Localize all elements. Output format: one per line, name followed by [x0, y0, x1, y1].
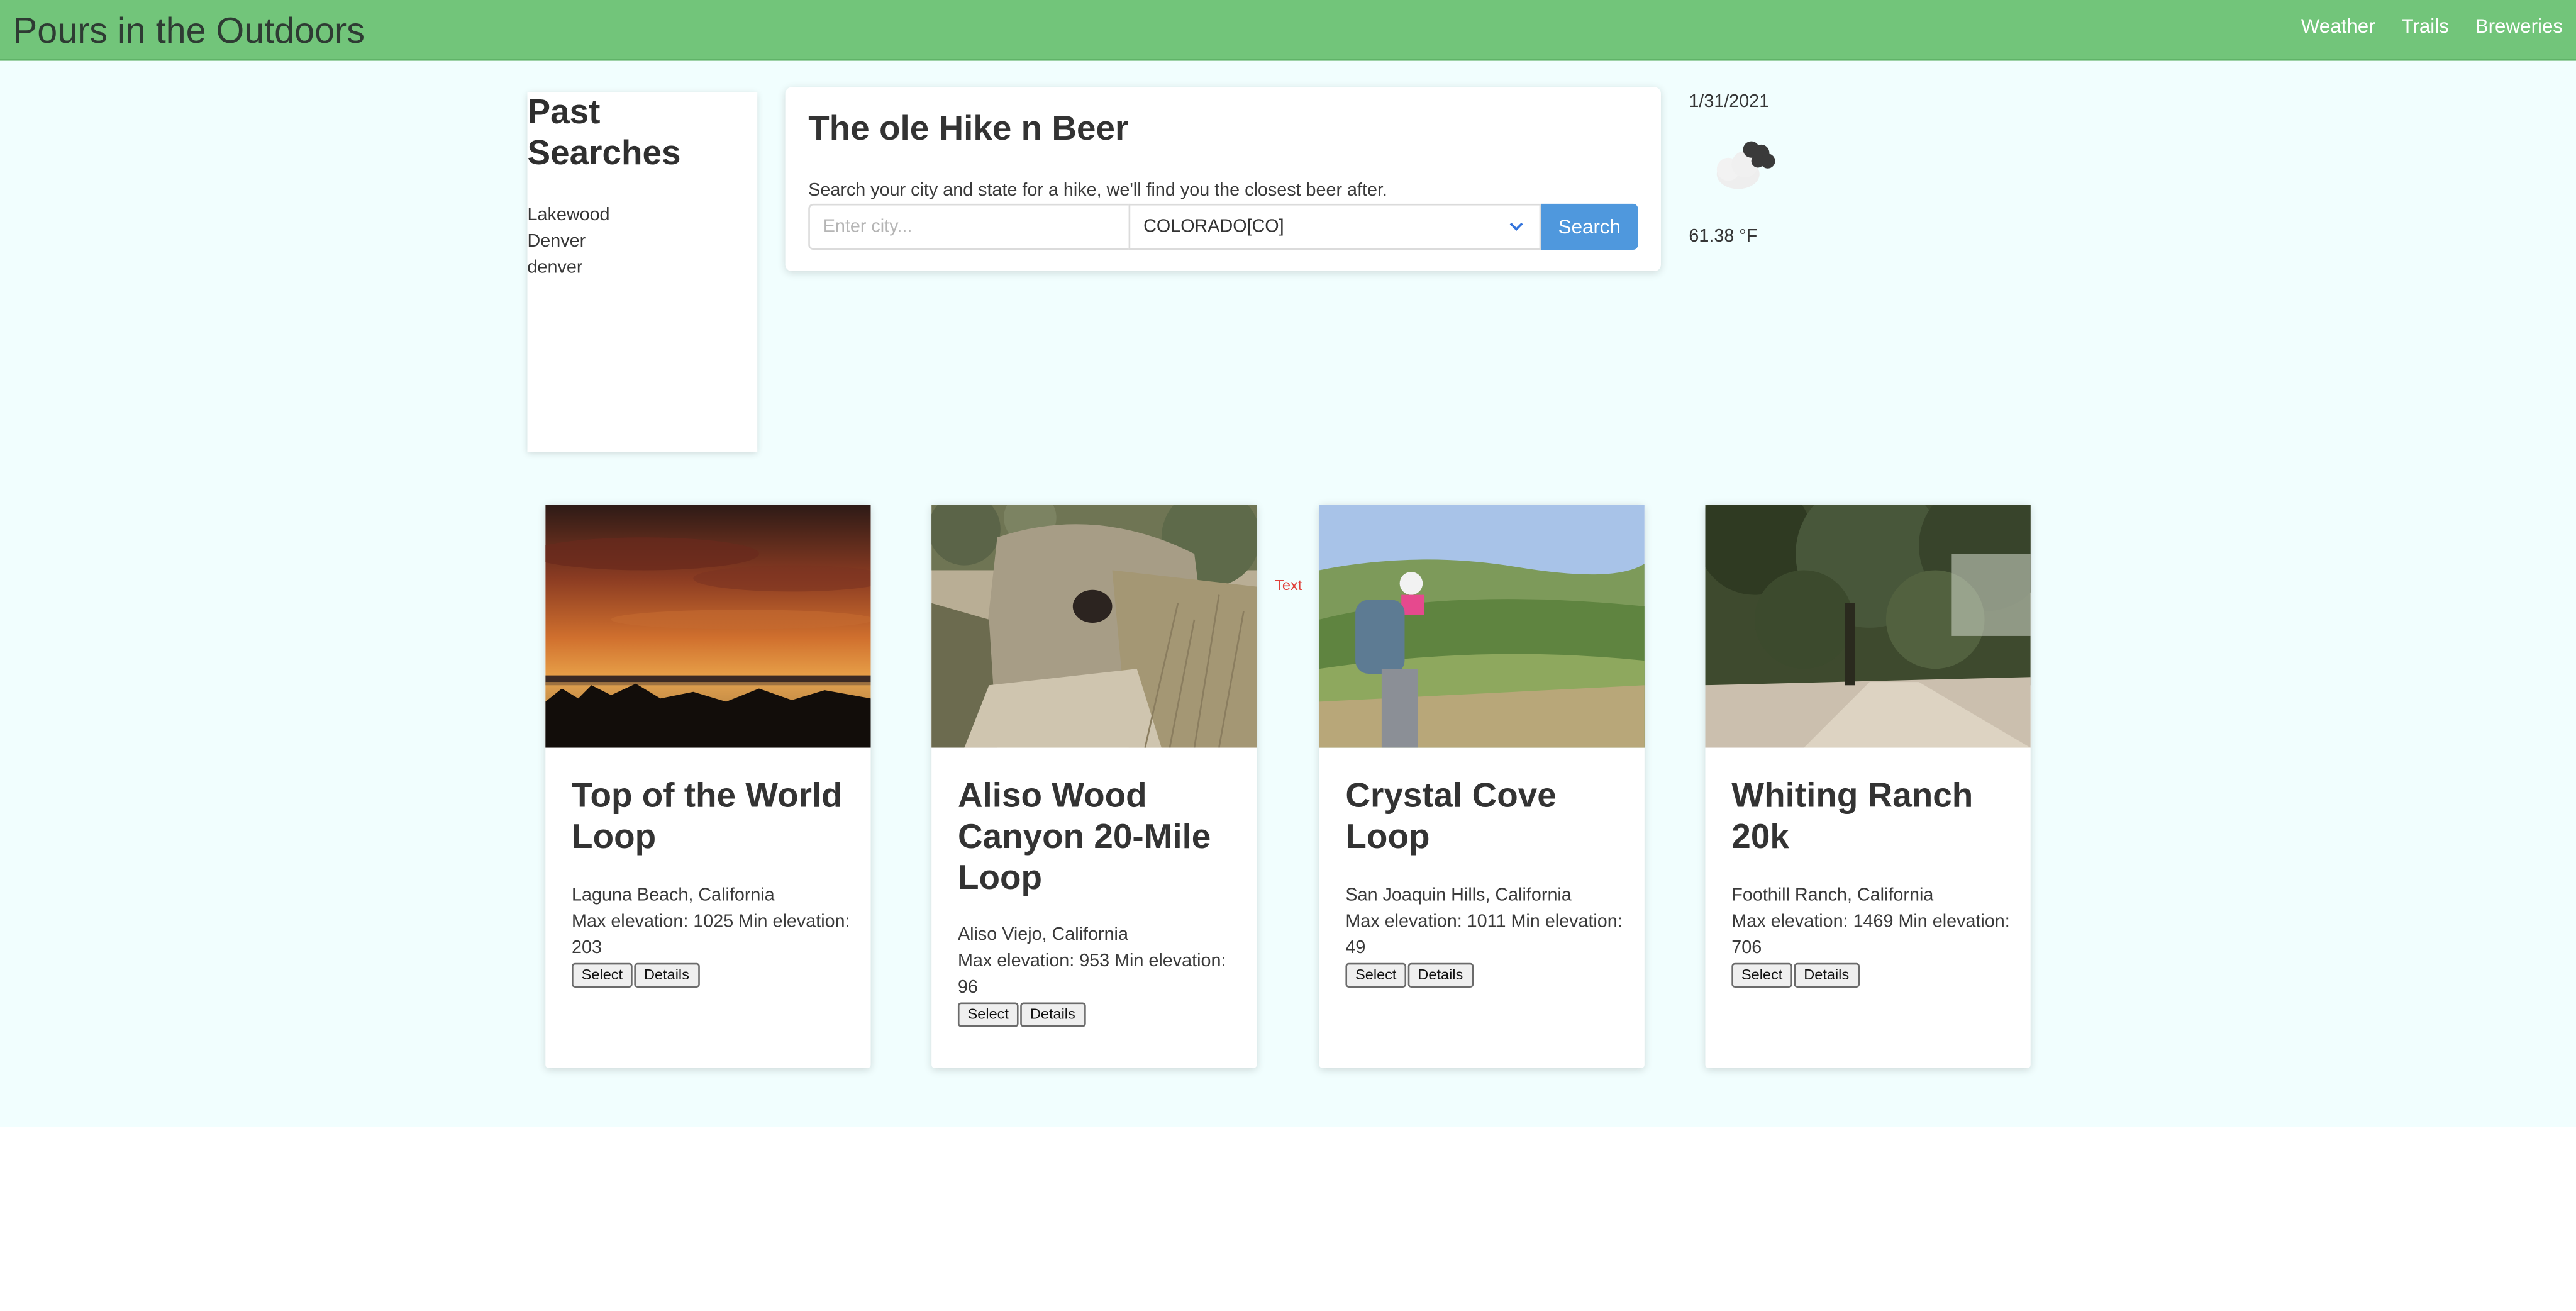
select-button[interactable]: Select: [572, 962, 633, 988]
nav-links: Weather Trails Breweries: [2275, 15, 2563, 38]
search-panel: The ole Hike n Beer Search your city and…: [785, 87, 1661, 272]
trail-info: Laguna Beach, California Max elevation: …: [572, 883, 851, 988]
oak-trail-photo: [1705, 504, 2031, 748]
trail-location: Foothill Ranch, California: [1731, 886, 1934, 906]
canyon-trail-photo: [931, 504, 1257, 748]
weather-date: 1/31/2021: [1689, 92, 1770, 112]
trail-elevation: Max elevation: 953 Min elevation: 96: [957, 951, 1226, 998]
trail-elevation: Max elevation: 1469 Min elevation: 706: [1731, 912, 2010, 958]
trail-title: Aliso Wood Canyon 20-Mile Loop: [957, 777, 1211, 898]
card-button-row: Select Details: [957, 1002, 1237, 1027]
details-button[interactable]: Details: [1794, 962, 1859, 988]
hiker-hills-photo: [1319, 504, 1645, 748]
trail-info: Aliso Viejo, California Max elevation: 9…: [957, 922, 1237, 1027]
stray-text-label: Text: [1275, 576, 1302, 594]
trail-card: Crystal Cove Loop San Joaquin Hills, Cal…: [1319, 504, 1645, 1068]
select-button[interactable]: Select: [1345, 962, 1407, 988]
chevron-down-icon: [1509, 222, 1523, 231]
city-input[interactable]: [808, 203, 1131, 250]
details-button[interactable]: Details: [634, 962, 699, 988]
navbar: Pours in the Outdoors Weather Trails Bre…: [0, 0, 2576, 61]
trail-location: Aliso Viejo, California: [957, 925, 1128, 946]
search-description: Search your city and state for a hike, w…: [808, 181, 1387, 201]
weather-temperature: 61.38 °F: [1689, 226, 1758, 247]
trail-card: Top of the World Loop Laguna Beach, Cali…: [545, 504, 871, 1068]
card-button-row: Select Details: [572, 962, 851, 988]
trail-title: Top of the World Loop: [572, 777, 843, 856]
state-select[interactable]: COLORADO[CO]: [1128, 203, 1541, 250]
trail-location: Laguna Beach, California: [572, 886, 775, 906]
page: Pours in the Outdoors Weather Trails Bre…: [0, 0, 2576, 1310]
trail-info: San Joaquin Hills, California Max elevat…: [1345, 883, 1624, 988]
past-search-item[interactable]: Lakewood: [528, 202, 610, 228]
trail-title: Crystal Cove Loop: [1345, 777, 1557, 856]
trail-elevation: Max elevation: 1011 Min elevation: 49: [1345, 912, 1623, 958]
select-button[interactable]: Select: [957, 1002, 1019, 1027]
trail-title: Whiting Ranch 20k: [1731, 777, 1974, 856]
trail-card: Whiting Ranch 20k Foothill Ranch, Califo…: [1705, 504, 2031, 1068]
nav-weather-link[interactable]: Weather: [2301, 15, 2375, 38]
past-searches-panel: Past Searches Lakewood Denver denver: [527, 92, 758, 452]
trail-info: Foothill Ranch, California Max elevation…: [1731, 883, 2011, 988]
state-select-value: COLORADO[CO]: [1143, 216, 1284, 237]
details-button[interactable]: Details: [1020, 1002, 1085, 1027]
trail-elevation: Max elevation: 1025 Min elevation: 203: [572, 912, 850, 958]
past-searches-title: Past Searches: [527, 93, 681, 173]
details-button[interactable]: Details: [1407, 962, 1473, 988]
past-search-item[interactable]: Denver: [528, 228, 610, 255]
search-title: The ole Hike n Beer: [808, 110, 1129, 148]
trail-card: Aliso Wood Canyon 20-Mile Loop Aliso Vie…: [931, 504, 1257, 1068]
cloudy-icon: [1716, 141, 1775, 189]
nav-breweries-link[interactable]: Breweries: [2475, 15, 2563, 38]
card-button-row: Select Details: [1731, 962, 2011, 988]
card-button-row: Select Details: [1345, 962, 1624, 988]
past-searches-list: Lakewood Denver denver: [528, 202, 610, 281]
select-button[interactable]: Select: [1731, 962, 1792, 988]
search-button[interactable]: Search: [1541, 203, 1638, 250]
past-search-item[interactable]: denver: [528, 255, 610, 281]
nav-trails-link[interactable]: Trails: [2401, 15, 2448, 38]
brand-title[interactable]: Pours in the Outdoors: [13, 8, 365, 54]
trail-location: San Joaquin Hills, California: [1345, 886, 1572, 906]
sunset-ocean-photo: [545, 504, 871, 748]
